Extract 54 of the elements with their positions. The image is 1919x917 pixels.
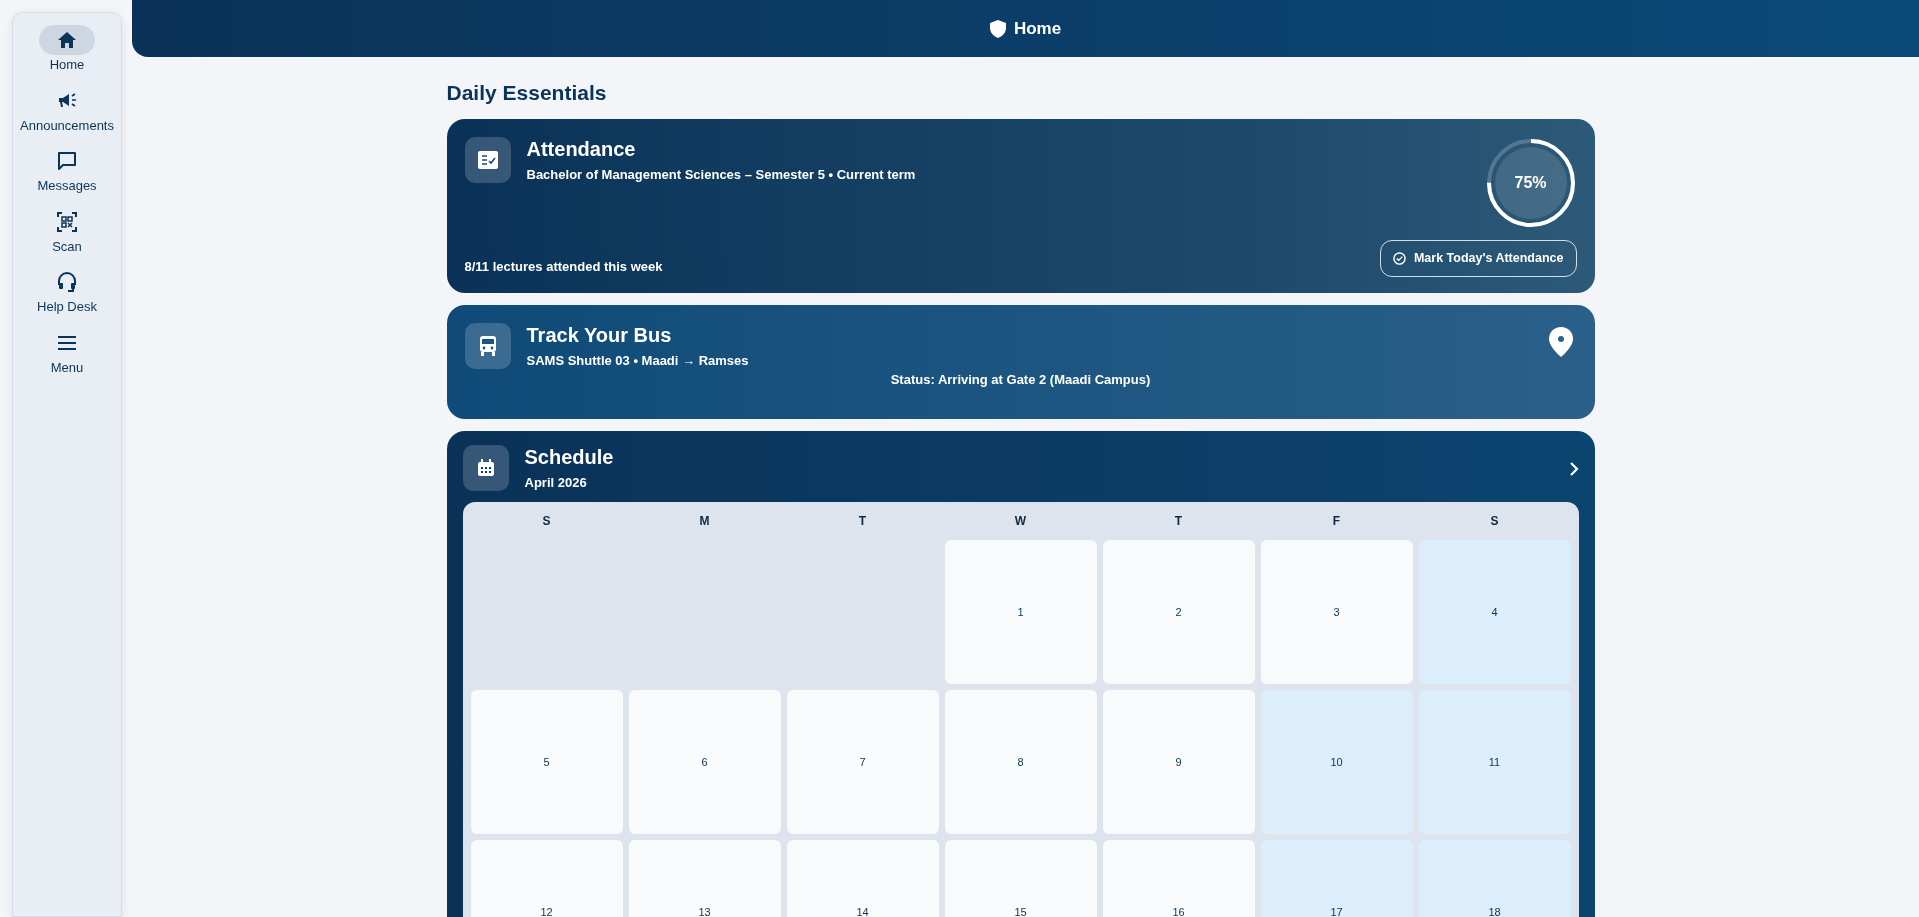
- calendar-day[interactable]: 4: [1418, 540, 1571, 684]
- card-title: Attendance: [526, 136, 637, 161]
- schedule-month: April 2026: [524, 473, 588, 492]
- chevron-right-icon[interactable]: [1568, 462, 1579, 476]
- calendar-day[interactable]: 9: [1102, 690, 1255, 834]
- checklist-icon: [477, 150, 498, 169]
- calendar-icon: [476, 458, 495, 477]
- calendar-day[interactable]: 12: [470, 840, 623, 917]
- calendar-day[interactable]: 10: [1260, 690, 1413, 834]
- calendar-day[interactable]: 18: [1418, 840, 1571, 917]
- calendar-day[interactable]: 15: [944, 840, 1097, 917]
- calendar-day[interactable]: 14: [786, 840, 939, 917]
- section-title: Daily Essentials: [446, 80, 608, 106]
- card-title: Schedule: [524, 444, 614, 469]
- calendar-day[interactable]: 8: [944, 690, 1097, 834]
- weekday-label: S: [541, 513, 552, 530]
- bus-status: Status: Arriving at Gate 2 (Maadi Campus): [889, 371, 1152, 389]
- card-subtitle: Bachelor of Management Sciences – Semester 5 • Current term: [526, 165, 916, 184]
- calendar-day[interactable]: 11: [1418, 690, 1571, 834]
- calendar-day[interactable]: 16: [1102, 840, 1255, 917]
- shield-icon: [989, 19, 1006, 38]
- bus-icon: [478, 335, 497, 356]
- calendar-day[interactable]: 3: [1260, 540, 1413, 684]
- speech-bubble-icon: [56, 150, 78, 172]
- check-circle-icon: [1392, 251, 1406, 265]
- weekday-label: S: [1489, 513, 1500, 530]
- weekday-label: M: [698, 513, 711, 530]
- sidebar-item[interactable]: Scan: [13, 202, 121, 263]
- calendar-day[interactable]: 6: [628, 690, 781, 834]
- calendar-day[interactable]: 13: [628, 840, 781, 917]
- calendar-day[interactable]: 5: [470, 690, 623, 834]
- location-pin-icon[interactable]: [1548, 326, 1573, 357]
- headset-icon: [56, 271, 78, 293]
- weekday-label: F: [1331, 513, 1342, 530]
- sidebar-item[interactable]: Messages: [13, 142, 121, 203]
- home-icon: [56, 29, 78, 51]
- weekday-label: W: [1013, 513, 1028, 530]
- sidebar-item[interactable]: Help Desk: [13, 263, 121, 324]
- qr-scan-icon: [56, 210, 78, 233]
- sidebar-item[interactable]: Announcements: [13, 81, 121, 142]
- percent-text: 75%: [1513, 172, 1548, 193]
- calendar-day[interactable]: 2: [1102, 540, 1255, 684]
- sidebar-item[interactable]: Home: [13, 21, 121, 82]
- mark-attendance-button[interactable]: Mark Today's Attendance: [1379, 239, 1577, 277]
- sidebar-item[interactable]: Menu: [13, 323, 121, 384]
- page-title: Home: [1013, 17, 1062, 40]
- card-title: Track Your Bus: [526, 322, 673, 347]
- weekday-label: T: [857, 513, 868, 530]
- weekday-label: T: [1173, 513, 1184, 530]
- calendar-day[interactable]: 7: [786, 690, 939, 834]
- calendar-day[interactable]: 1: [944, 540, 1097, 684]
- attendance-summary: 8/11 lectures attended this week: [464, 258, 663, 276]
- card-subtitle: SAMS Shuttle 03 • Maadi → Ramses: [526, 351, 749, 370]
- calendar-day[interactable]: 17: [1260, 840, 1413, 917]
